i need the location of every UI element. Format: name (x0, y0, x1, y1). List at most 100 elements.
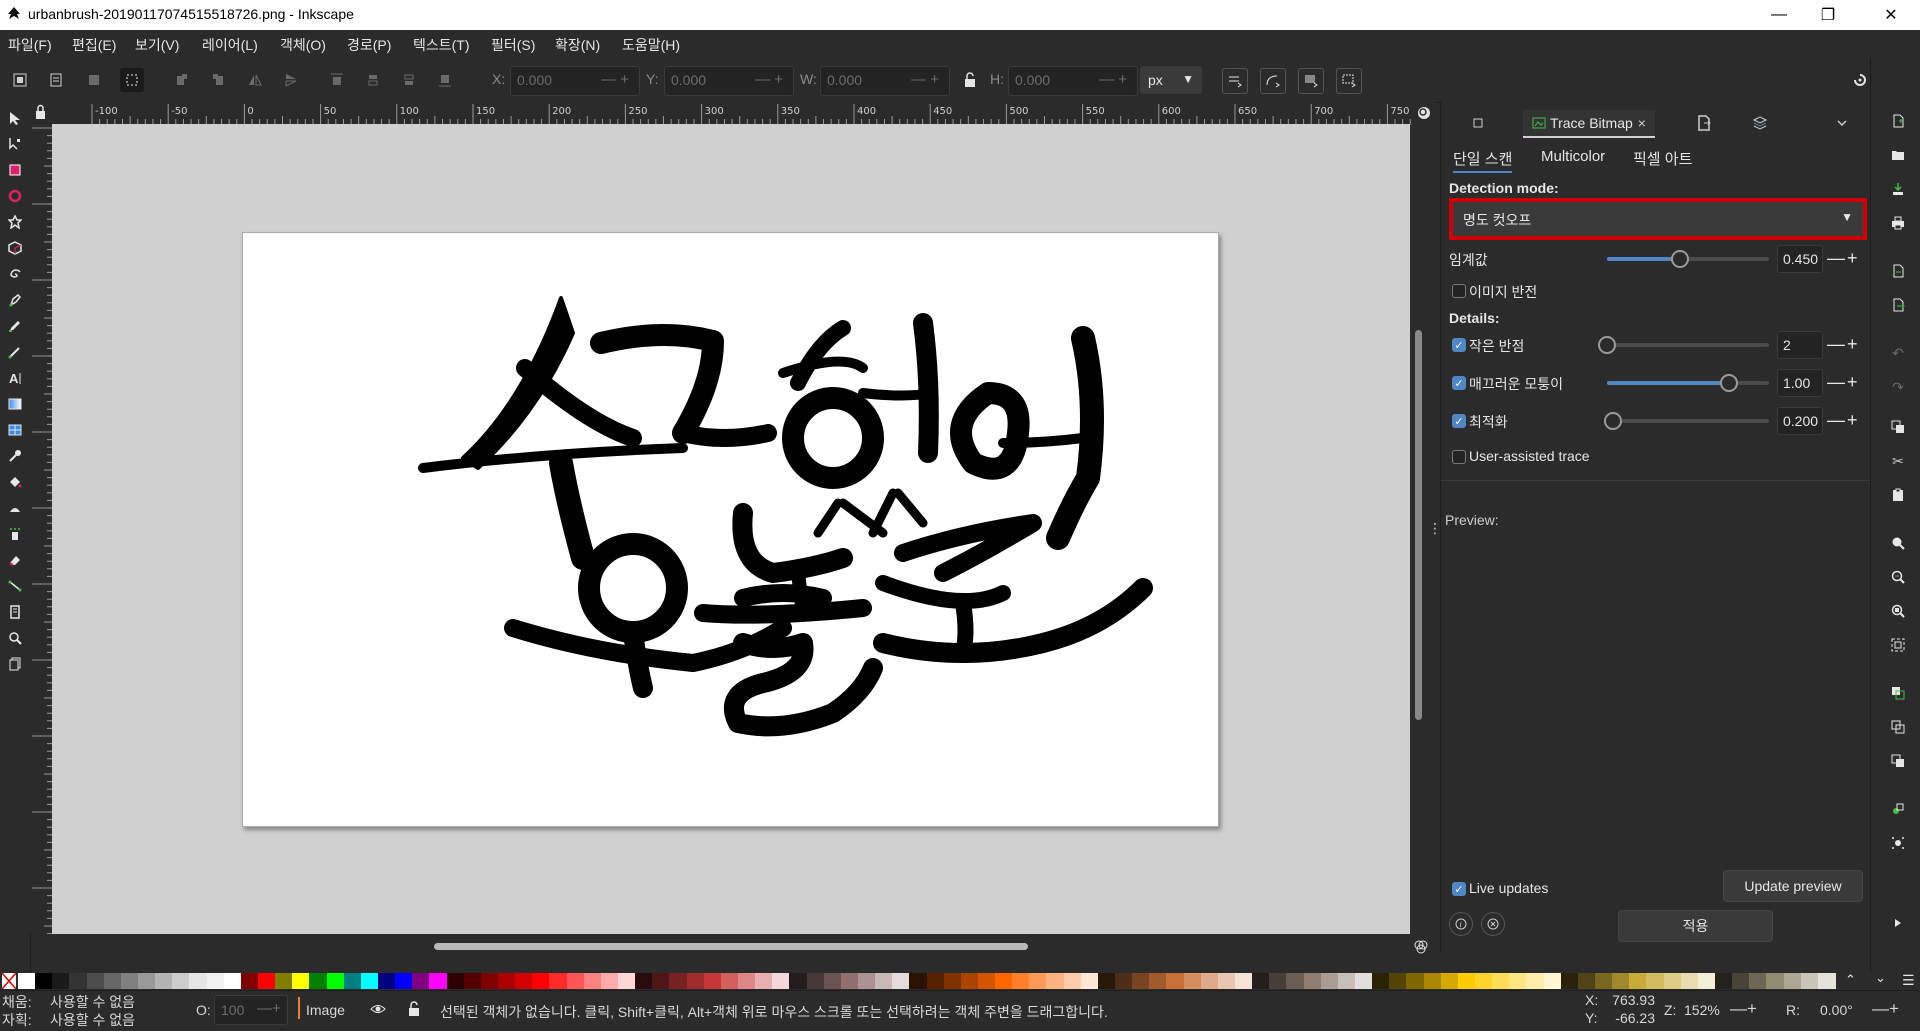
unlink-clone-icon[interactable] (1887, 750, 1909, 772)
color-swatch[interactable] (840, 973, 859, 989)
select-all-icon[interactable] (8, 68, 32, 92)
calligraphy-tool-icon[interactable] (3, 340, 27, 364)
color-swatch[interactable] (1732, 973, 1751, 989)
color-swatch[interactable] (1406, 973, 1425, 989)
optimize-slider-knob[interactable] (1604, 412, 1623, 430)
color-swatch[interactable] (497, 973, 516, 989)
color-swatch[interactable] (1132, 973, 1151, 989)
menu-layer[interactable]: 레이어(L) (202, 35, 258, 55)
color-swatch[interactable] (1595, 973, 1614, 989)
color-swatch[interactable] (52, 973, 71, 989)
color-swatch[interactable] (943, 973, 962, 989)
color-swatch[interactable] (892, 973, 911, 989)
measure-tool-icon[interactable] (3, 600, 27, 624)
pages-tool-icon[interactable] (3, 652, 27, 676)
star-tool-icon[interactable] (3, 210, 27, 234)
gradient-tool-icon[interactable] (3, 392, 27, 416)
text-tool-icon[interactable]: A (3, 366, 27, 390)
color-swatch[interactable] (360, 973, 379, 989)
color-swatch[interactable] (995, 973, 1014, 989)
user-assisted-checkbox[interactable] (1452, 450, 1466, 464)
speckles-slider[interactable] (1607, 343, 1769, 347)
color-swatch[interactable] (480, 973, 499, 989)
ungroup-icon[interactable] (1887, 832, 1909, 854)
invert-checkbox[interactable] (1452, 284, 1466, 298)
color-swatch[interactable] (1749, 973, 1768, 989)
minimize-button[interactable]: — (1756, 0, 1802, 30)
color-swatch[interactable] (532, 973, 551, 989)
color-swatch[interactable] (1543, 973, 1562, 989)
threshold-slider-knob[interactable] (1670, 250, 1689, 268)
spray-tool-icon[interactable] (3, 522, 27, 546)
color-swatch[interactable] (1492, 973, 1511, 989)
menu-view[interactable]: 보기(V) (135, 35, 179, 55)
color-swatch[interactable] (189, 973, 208, 989)
redo-icon[interactable]: ↷ (1887, 376, 1909, 398)
tab-layers-icon[interactable] (1747, 110, 1773, 136)
selector-tool-icon[interactable] (3, 106, 27, 130)
flip-horizontal-icon[interactable] (243, 68, 267, 92)
color-swatch[interactable] (18, 973, 36, 989)
flip-vertical-icon[interactable] (279, 68, 303, 92)
optimize-spinbox[interactable]: 0.200 —+ (1777, 407, 1861, 435)
new-document-icon[interactable] (1887, 110, 1909, 132)
color-swatch[interactable] (566, 973, 585, 989)
vertical-ruler[interactable] (30, 124, 53, 934)
color-swatch[interactable] (1663, 973, 1682, 989)
dropper-tool-icon[interactable] (3, 444, 27, 468)
color-swatch[interactable] (1337, 973, 1356, 989)
panel-resize-handle[interactable]: ⋮ (1428, 520, 1442, 540)
color-swatch[interactable] (1183, 973, 1202, 989)
color-swatch[interactable] (412, 973, 431, 989)
color-swatch[interactable] (755, 973, 774, 989)
color-swatch[interactable] (35, 973, 54, 989)
apply-button[interactable]: 적용 (1618, 910, 1773, 942)
color-swatch[interactable] (1646, 973, 1665, 989)
eraser-tool-icon[interactable] (3, 548, 27, 572)
speckles-spinbox[interactable]: 2 —+ (1777, 331, 1861, 359)
color-swatch[interactable] (1080, 973, 1099, 989)
color-swatch[interactable] (1612, 973, 1631, 989)
paste-icon[interactable] (1887, 484, 1909, 506)
copy-icon[interactable] (1887, 416, 1909, 438)
color-swatch[interactable] (377, 973, 396, 989)
color-swatch[interactable] (772, 973, 791, 989)
menu-help[interactable]: 도움말(H) (622, 35, 680, 55)
color-swatch[interactable] (669, 973, 688, 989)
menu-file[interactable]: 파일(F) (8, 35, 52, 55)
color-swatch[interactable] (617, 973, 636, 989)
palette-menu-icon[interactable]: ☰ (1902, 972, 1915, 989)
threshold-spinbox[interactable]: 0.450 —+ (1777, 245, 1861, 273)
tweak-tool-icon[interactable] (3, 496, 27, 520)
detection-mode-select[interactable]: 명도 컷오프 ▼ (1449, 198, 1867, 240)
select-all-layers-icon[interactable] (44, 68, 68, 92)
color-swatch[interactable] (1252, 973, 1271, 989)
open-document-icon[interactable] (1887, 144, 1909, 166)
zoom-drawing-icon[interactable] (1887, 566, 1909, 588)
color-swatch[interactable] (257, 973, 276, 989)
duplicate-icon[interactable] (1887, 682, 1909, 704)
color-swatch[interactable] (515, 973, 534, 989)
speckles-slider-knob[interactable] (1598, 336, 1616, 354)
subtab-multicolor[interactable]: Multicolor (1541, 148, 1605, 165)
connector-tool-icon[interactable] (3, 574, 27, 598)
touch-select-icon[interactable] (120, 68, 144, 92)
color-swatch[interactable] (155, 973, 174, 989)
color-swatch[interactable] (720, 973, 739, 989)
color-swatch[interactable] (737, 973, 756, 989)
zoom-tool-icon[interactable] (3, 626, 27, 650)
y-field[interactable]: 0.000 —+ (664, 66, 794, 96)
color-swatch[interactable] (909, 973, 928, 989)
deselect-icon[interactable] (82, 68, 106, 92)
color-swatch[interactable] (1526, 973, 1545, 989)
color-swatch[interactable] (69, 973, 88, 989)
close-window-button[interactable]: ✕ (1868, 0, 1914, 30)
color-swatch[interactable] (292, 973, 311, 989)
smooth-corners-slider-knob[interactable] (1719, 374, 1738, 392)
color-swatch[interactable] (1817, 973, 1836, 989)
zoom-center-icon[interactable] (1887, 634, 1909, 656)
node-tool-icon[interactable] (3, 132, 27, 156)
color-swatch[interactable] (1046, 973, 1065, 989)
info-icon[interactable]: i (1449, 912, 1473, 936)
color-swatch[interactable] (1457, 973, 1476, 989)
